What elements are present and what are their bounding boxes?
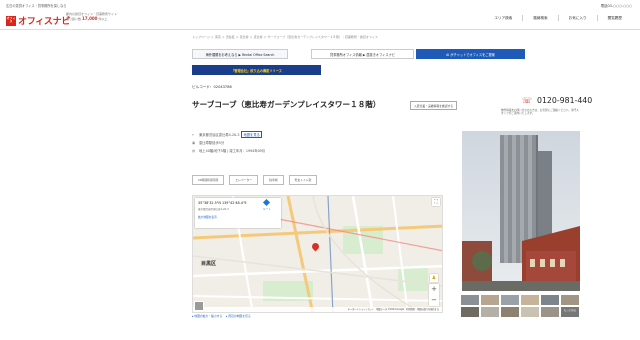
header-phone: 電話03-○○○-○○○ xyxy=(600,4,632,8)
google-map[interactable]: 目黒区 35°38'32.5"N 139°42'48.4"E 東京都渋谷区恵比寿… xyxy=(192,195,443,313)
more-photos-button[interactable]: もっと見る xyxy=(561,307,579,317)
building-code: ビルコード：02043786 xyxy=(192,85,232,89)
banner-management-filter[interactable]: 「管理会社」絞り込み機能リリース xyxy=(192,65,321,75)
thumbnail-11[interactable] xyxy=(541,307,559,317)
tower-image xyxy=(462,131,580,291)
map-layer-thumbnail[interactable] xyxy=(194,301,204,311)
thumbnail-7[interactable] xyxy=(461,307,479,317)
feature-tags: 24時間利用可能 エレベーター 駐車場 男女トイレ別 xyxy=(192,175,322,185)
spec-row: ▤ 地上40階/地下5階 | 竣工年月：1994年09月 xyxy=(192,148,442,154)
thumbnail-10[interactable] xyxy=(521,307,539,317)
map-links[interactable]: ▸ 地図の拡大・縮小する ▸ 周辺の地図を見る xyxy=(192,314,251,318)
thumbnail-4[interactable] xyxy=(521,295,539,305)
fullscreen-icon[interactable]: ⛶ xyxy=(432,198,440,206)
thumbnail-2[interactable] xyxy=(481,295,499,305)
photo-thumbnails: もっと見る xyxy=(461,295,581,317)
contact-tel[interactable]: 0120-981-440 xyxy=(537,96,592,105)
nav-area-search[interactable]: エリア検索 xyxy=(484,15,522,21)
page-title: サーブコーブ（恵比寿ガーデンプレイスタワー１８階） xyxy=(192,100,381,109)
zoom-control: + − xyxy=(429,284,439,306)
thumbnail-3[interactable] xyxy=(501,295,519,305)
tag-24h: 24時間利用可能 xyxy=(192,175,225,185)
zoom-out-button[interactable]: − xyxy=(429,295,439,306)
zoom-in-button[interactable]: + xyxy=(429,284,439,295)
route-label: ルート xyxy=(263,207,271,211)
tagline-prefix: 取り扱い数 xyxy=(66,16,82,21)
logo-text: オフィスナビ xyxy=(18,17,71,27)
thumbnail-6[interactable] xyxy=(561,295,579,305)
directions-icon xyxy=(263,198,271,207)
tagline-suffix: 件以上 xyxy=(98,16,108,21)
map-ward-label: 目黒区 xyxy=(201,261,217,267)
site-logo[interactable]: オフィス オフィスナビ xyxy=(6,14,70,27)
building-icon: ▤ xyxy=(192,148,196,153)
breadcrumb[interactable]: トップページ ＞ 東京 ＞ 渋谷区 ＞ 恵比寿 ＞ 恵比寿 ＞ サーブコーブ（恵… xyxy=(192,35,378,39)
station-text: 恵比寿駅徒歩5分 xyxy=(199,141,225,145)
route-button[interactable]: ルート xyxy=(263,198,271,211)
nav-favorites[interactable]: お気に入り xyxy=(557,15,597,21)
train-icon: ▣ xyxy=(192,140,196,145)
tagline-count: 17,000 xyxy=(81,15,98,21)
map-link[interactable]: 地図を見る xyxy=(241,131,262,138)
topnote-line1: 広島の賃貸オフィス・貸事務所を探しなら xyxy=(6,4,67,8)
thumbnail-9[interactable] xyxy=(501,307,519,317)
street-view-icon[interactable]: ♟ xyxy=(430,274,438,282)
thumbnail-1[interactable] xyxy=(461,295,479,305)
phone-icon: ☏ xyxy=(522,96,533,105)
spec-text: 地上40階/地下5階 | 竣工年月：1994年09月 xyxy=(199,149,266,153)
nav-history[interactable]: 閲覧履歴 xyxy=(596,15,632,21)
map-footer[interactable]: キーボードショートカット 地図データ ©2024 Google 利用規約 地図の… xyxy=(193,307,442,312)
tag-elevator: エレベーター xyxy=(229,175,259,185)
global-nav: エリア検索 路線検索 お気に入り 閲覧履歴 xyxy=(484,15,632,21)
building-photo[interactable] xyxy=(462,131,580,291)
header-topnote: 広島の賃貸オフィス・貸事務所を探しなら xyxy=(6,4,67,8)
header-divider xyxy=(0,29,640,30)
contact-note: 物件情報をお問い合わせの方は、お気軽にご連絡ください。専門スタッフがご案内いたし… xyxy=(501,109,579,116)
large-map-link[interactable]: 拡大地図を表示 xyxy=(198,215,278,219)
banner-rental-office-search[interactable]: 海外展開をお考えなら ▶ Rental Office Search xyxy=(192,49,288,59)
inquiry-button[interactable]: 入居企業・実績情報を確認する xyxy=(410,101,458,110)
tag-parking: 駐車場 xyxy=(263,175,284,185)
thumbnail-5[interactable] xyxy=(541,295,559,305)
banner-inuki-office[interactable]: 貸事務所オフィス情報 ▶ 居抜きオフィスナビ xyxy=(311,49,414,59)
logo-mark: オフィス xyxy=(6,15,16,26)
pin-icon: ⌖ xyxy=(192,132,194,137)
address-text: 東京都渋谷区恵比寿4-20-3 xyxy=(199,133,240,137)
banner-ai-chat[interactable]: AI がチャットでオフィスをご提案 xyxy=(416,49,525,59)
thumbnail-8[interactable] xyxy=(481,307,499,317)
tagline-line2: 取り扱い数 17,000 件以上 xyxy=(66,15,117,22)
tag-toilet: 男女トイレ別 xyxy=(288,175,318,185)
nav-route-search[interactable]: 路線検索 xyxy=(522,15,557,21)
header-tagline: 都内の賃貸オフィス・貸事務所サイト 取り扱い数 17,000 件以上 xyxy=(66,12,117,21)
station-row: ▣ 恵比寿駅徒歩5分 xyxy=(192,140,442,146)
address-row: ⌖ 東京都渋谷区恵比寿4-20-3 地図を見る xyxy=(192,131,442,138)
